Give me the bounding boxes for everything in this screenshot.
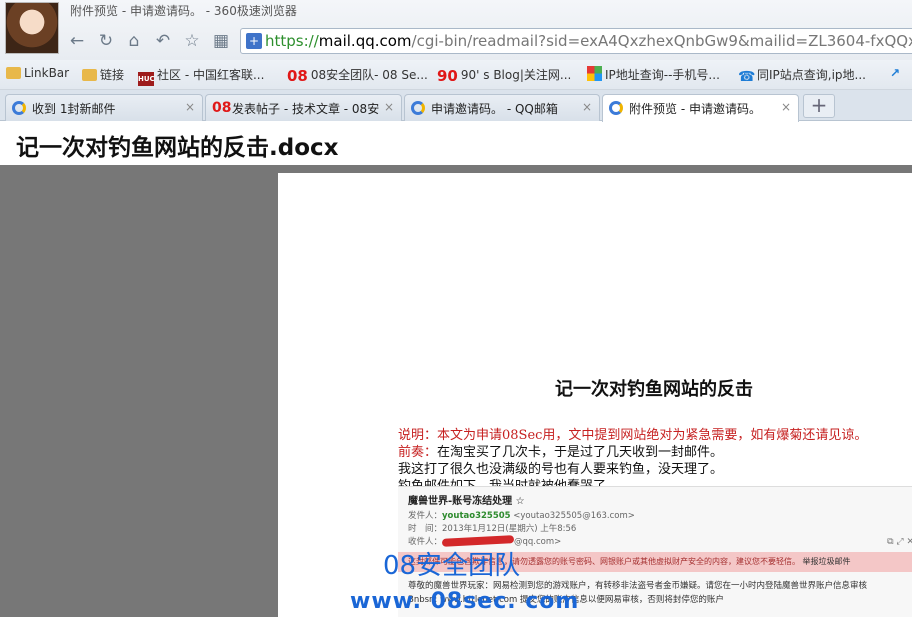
bookmark-label: 同IP站点查询,ip地... <box>757 68 866 82</box>
tab-label: 申请邀请码。 - QQ邮箱 <box>431 102 558 116</box>
bookmark-label: 链接 <box>100 68 125 82</box>
tab-attachment-preview[interactable]: 附件预览 - 申请邀请码。 × <box>602 94 799 122</box>
bookmark-08sec[interactable]: 08 08安全团队- 08 Se... <box>287 66 428 85</box>
browser-window: 附件预览 - 申请邀请码。 - 360极速浏览器 ← ↻ ⌂ ↶ ☆ ▦ + h… <box>0 0 912 617</box>
tab-label: 附件预览 - 申请邀请码。 <box>629 102 761 116</box>
huc-icon: HUC <box>138 72 155 86</box>
home-icon[interactable]: ⌂ <box>124 31 144 51</box>
report-link: 举报垃圾邮件 <box>802 557 851 566</box>
tab-post-article[interactable]: 08 发表帖子 - 技术文章 - 08安 × <box>205 94 402 121</box>
title-bar: 附件预览 - 申请邀请码。 - 360极速浏览器 ← ↻ ⌂ ↶ ☆ ▦ + h… <box>0 0 912 60</box>
user-avatar[interactable] <box>5 2 59 54</box>
back-icon[interactable]: ← <box>67 31 87 51</box>
email-time: 时 间：2013年1月12日(星期六) 上午8:56 <box>408 524 577 534</box>
close-icon[interactable]: × <box>781 100 791 114</box>
bookmark-huc[interactable]: HUC 社区 - 中国红客联... <box>138 66 264 86</box>
email-subject: 魔兽世界-账号冻结处理 ☆ <box>408 496 525 507</box>
bookmark-linkbar[interactable]: LinkBar <box>6 66 69 80</box>
page-title: 记一次对钓鱼网站的反击 <box>555 379 753 400</box>
favorite-star-icon[interactable]: ☆ <box>182 31 202 51</box>
address-bar[interactable]: + https://mail.qq.com/cgi-bin/readmail?s… <box>240 28 912 54</box>
watermark-team: 08安全团队 <box>383 551 521 581</box>
tab-label: 发表帖子 - 技术文章 - 08安 <box>232 102 380 116</box>
number-icon: 90 <box>437 67 458 85</box>
close-icon[interactable]: × <box>384 100 394 114</box>
close-icon[interactable]: × <box>582 100 592 114</box>
bookmark-label: IP地址查询--手机号... <box>605 68 720 82</box>
watermark-url: www. 08sec. com <box>350 589 580 614</box>
bookmark-links[interactable]: 链接 <box>82 66 124 83</box>
bookmark-90s-blog[interactable]: 90 90' s Blog|关注网... <box>437 66 571 85</box>
bookmark-same-ip[interactable]: ☎ 同IP站点查询,ip地... <box>738 66 866 84</box>
bookmark-ip-query[interactable]: IP地址查询--手机号... <box>587 66 720 83</box>
bookmark-label: LinkBar <box>24 66 70 80</box>
undo-icon[interactable]: ↶ <box>153 31 173 51</box>
new-tab-button[interactable]: + <box>803 94 835 118</box>
bookmark-label: 社区 - 中国红客联... <box>157 68 265 82</box>
bookmark-label: 08安全团队- 08 Se... <box>310 68 428 82</box>
folder-icon <box>6 67 21 79</box>
ip-query-icon <box>587 66 602 81</box>
window-icons: ⧉ ⤢ ✕ <box>887 537 912 547</box>
close-icon[interactable]: × <box>185 100 195 114</box>
number-icon: 08 <box>287 67 308 85</box>
security-shield-icon: + <box>246 33 262 49</box>
bookmark-label: 90' s Blog|关注网... <box>460 68 572 82</box>
browser-icon <box>609 101 623 115</box>
document-filename: 记一次对钓鱼网站的反击.docx <box>16 135 339 161</box>
url-scheme: https:// <box>265 32 319 50</box>
window-title: 附件预览 - 申请邀请码。 - 360极速浏览器 <box>70 4 297 18</box>
tab-new-mail[interactable]: 收到 1封新邮件 × <box>5 94 203 121</box>
partial-icon: ↗ <box>890 66 901 80</box>
phone-icon: ☎ <box>738 69 756 85</box>
number-icon: 08 <box>212 100 232 116</box>
url-text[interactable]: https://mail.qq.com/cgi-bin/readmail?sid… <box>265 32 912 50</box>
bookmarks-bar: LinkBar 链接 HUC 社区 - 中国红客联... 08 08安全团队- 08… <box>0 60 912 90</box>
reload-icon[interactable]: ↻ <box>96 31 116 51</box>
email-sender: 发件人：youtao325505 <youtao325505@163.com> <box>408 511 635 521</box>
bookmark-partial[interactable]: ↗ <box>890 66 900 80</box>
tab-qq-mail[interactable]: 申请邀请码。 - QQ邮箱 × <box>404 94 600 121</box>
apps-grid-icon[interactable]: ▦ <box>211 31 231 51</box>
url-path: /cgi-bin/readmail?sid=exA4QxzhexQnbGw9&m… <box>411 32 912 50</box>
browser-icon <box>411 101 425 115</box>
tab-label: 收到 1封新邮件 <box>32 102 116 116</box>
tab-strip: 收到 1封新邮件 × 08 发表帖子 - 技术文章 - 08安 × 申请邀请码。… <box>0 90 912 122</box>
url-host: mail.qq.com <box>318 32 412 50</box>
folder-icon <box>82 69 97 81</box>
browser-icon <box>12 101 26 115</box>
document-page: 记一次对钓鱼网站的反击 说明：本文为申请08Sec用，文中提到网站绝对为紧急需要… <box>278 173 912 617</box>
